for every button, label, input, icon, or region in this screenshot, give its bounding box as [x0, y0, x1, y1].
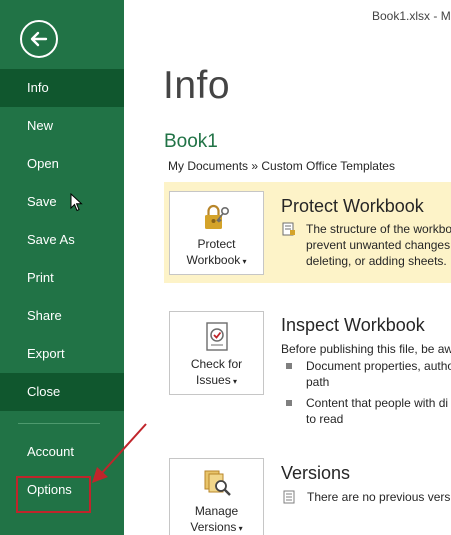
inspect-intro-text: Before publishing this file, be aw	[281, 342, 451, 356]
inspect-checklist-icon	[206, 322, 228, 351]
protect-text-line-3: deleting, or adding sheets.	[306, 254, 447, 268]
bullet-icon	[286, 363, 292, 369]
document-path[interactable]: My Documents » Custom Office Templates	[168, 159, 395, 173]
versions-heading: Versions	[281, 463, 351, 483]
page-title: Info	[163, 64, 231, 107]
manage-versions-button[interactable]: Manage Versions ▾	[169, 458, 264, 535]
check-button-label-2: Issues ▾	[196, 373, 237, 387]
inspect-bullet-1-line-1: Document properties, autho	[306, 359, 451, 373]
check-button-label-1: Check for	[190, 357, 243, 371]
versions-text: There are no previous versio	[307, 490, 451, 504]
workbook-name: Book1	[164, 131, 218, 152]
check-for-issues-button[interactable]: Check for Issues ▾	[169, 311, 264, 395]
inspect-bullet-2-line-2: to read	[306, 412, 344, 426]
lock-key-icon	[205, 204, 229, 229]
inspect-bullet-2-line-1: Content that people with di	[306, 396, 449, 410]
versions-button-label-2: Versions ▾	[190, 520, 243, 534]
protect-workbook-heading: Protect Workbook	[281, 196, 424, 216]
bullet-icon	[286, 400, 292, 406]
versions-magnifier-icon	[204, 470, 231, 496]
protect-workbook-button[interactable]: Protect Workbook ▾	[169, 191, 264, 275]
document-icon	[283, 490, 295, 504]
protect-button-label-2: Workbook ▾	[186, 253, 247, 267]
window-title: Book1.xlsx - Mi	[372, 9, 451, 23]
protect-text-line-1: The structure of the workbo	[306, 222, 451, 236]
versions-button-label-1: Manage	[194, 504, 239, 518]
document-structure-icon	[282, 222, 295, 236]
protect-button-label-1: Protect	[197, 237, 236, 251]
inspect-workbook-heading: Inspect Workbook	[281, 315, 425, 335]
protect-text-line-2: prevent unwanted changes,	[306, 238, 451, 252]
inspect-bullet-1-line-2: path	[306, 375, 330, 389]
